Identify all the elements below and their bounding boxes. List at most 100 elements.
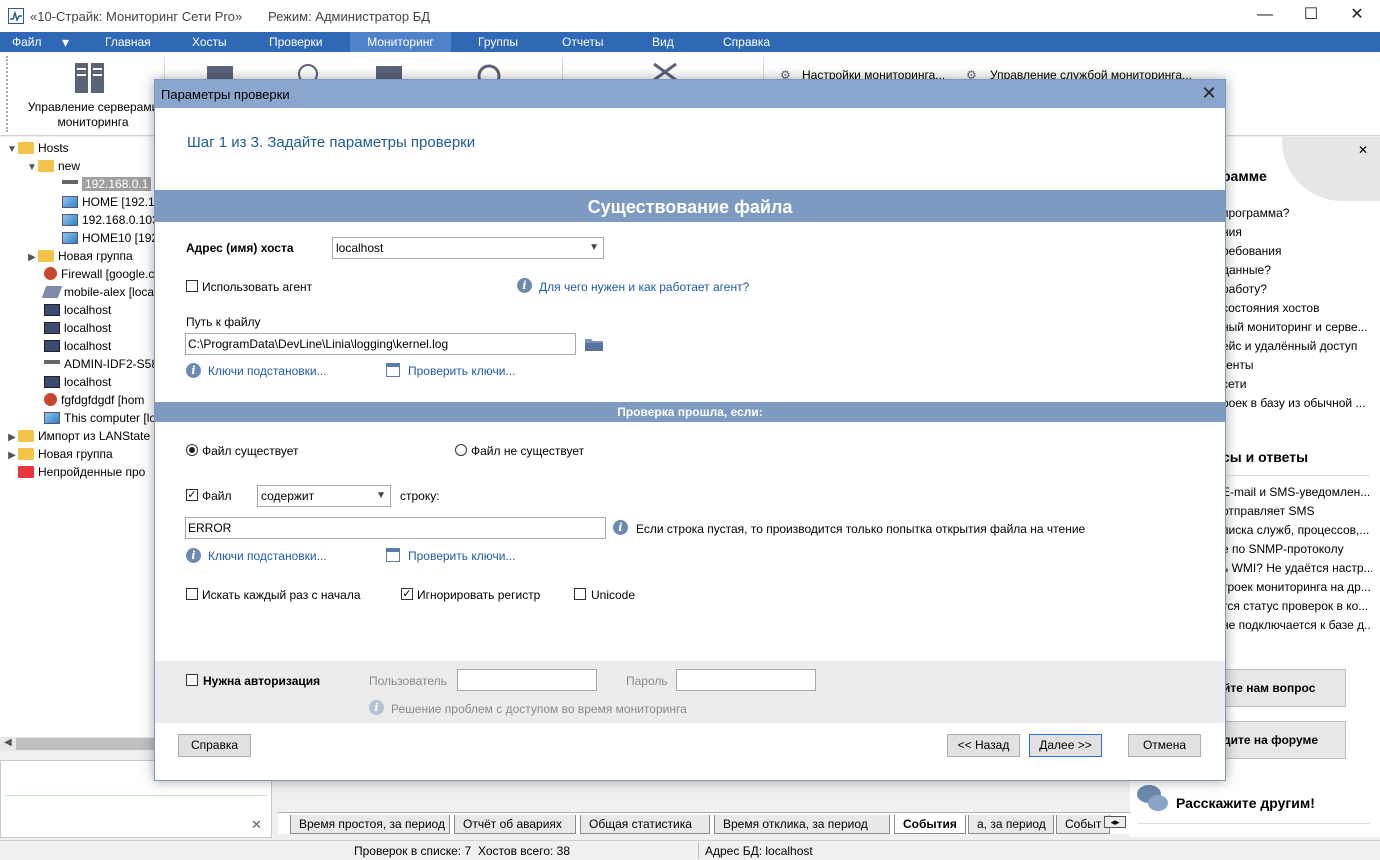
help-link[interactable]: генты — [1222, 356, 1372, 375]
help-link[interactable]: троек мониторинга на др... — [1222, 578, 1372, 597]
help-link[interactable]: отправляет SMS — [1222, 502, 1372, 521]
minimize-button[interactable]: — — [1242, 0, 1288, 32]
check-keys-link[interactable]: Проверить ключи... — [408, 364, 515, 378]
tree-node-host[interactable]: HOME10 [192 — [62, 229, 158, 247]
tree-node-host[interactable]: 192.168.0.103 — [62, 211, 159, 229]
tree-node-host[interactable]: localhost — [44, 337, 111, 355]
ignore-case-label[interactable]: Игнорировать регистр — [417, 588, 540, 602]
menu-help[interactable]: Справка — [713, 32, 780, 52]
host-combo[interactable]: localhost ▼ — [332, 237, 604, 259]
tree-node-failed[interactable]: Непройденные про — [6, 463, 145, 481]
help-link[interactable]: не подключается к базе д... — [1222, 616, 1372, 635]
auth-label[interactable]: Нужна авторизация — [203, 674, 320, 688]
tab-response-time[interactable]: Время отклика, за период — [714, 815, 890, 834]
password-input[interactable] — [676, 669, 816, 691]
menu-dropdown-icon[interactable]: ▾ — [52, 32, 79, 52]
tree-node-host[interactable]: Firewall [google.c — [44, 265, 154, 283]
string-input[interactable]: ERROR — [185, 517, 606, 539]
ask-question-button[interactable]: йте нам вопрос — [1210, 669, 1346, 707]
help-link[interactable]: ребования — [1222, 242, 1372, 261]
help-link[interactable]: ния — [1222, 223, 1372, 242]
menu-reports[interactable]: Отчеты — [552, 32, 613, 52]
tab-scroll-arrows-icon[interactable]: ◂▸ — [1104, 816, 1126, 828]
tree-node-hosts[interactable]: ▼ Hosts — [6, 139, 69, 157]
file-not-exists-radio[interactable] — [455, 444, 467, 456]
help-link[interactable]: состояния хостов — [1222, 299, 1372, 318]
tree-node-host[interactable]: localhost — [44, 373, 111, 391]
tree-node-group[interactable]: ▶ Новая группа — [6, 445, 113, 463]
path-input[interactable]: C:\ProgramData\DevLine\Linia\logging\ker… — [185, 333, 576, 355]
file-contains-label[interactable]: Файл — [202, 489, 232, 503]
cancel-button[interactable]: Отмена — [1128, 734, 1201, 757]
use-agent-checkbox[interactable] — [186, 280, 198, 292]
tab-period[interactable]: а, за период — [968, 815, 1054, 834]
file-not-exists-label[interactable]: Файл не существует — [471, 444, 584, 458]
tab-general-stats[interactable]: Общая статистика — [580, 815, 710, 834]
help-button[interactable]: Справка — [178, 734, 251, 757]
help-link[interactable]: программа? — [1222, 204, 1372, 223]
search-start-checkbox[interactable] — [186, 588, 198, 600]
scroll-left-icon[interactable]: ◀ — [4, 737, 12, 748]
contains-combo[interactable]: содержит ▼ — [257, 485, 391, 507]
tree-node-host[interactable]: HOME [192.1 — [62, 193, 155, 211]
tab-failures[interactable]: Отчёт об авариях — [454, 815, 576, 834]
help-link[interactable]: роек в базу из обычной ... — [1222, 394, 1372, 413]
menu-home[interactable]: Главная — [95, 32, 161, 52]
ignore-case-checkbox[interactable]: ✓ — [401, 588, 413, 600]
help-link[interactable]: е по SNMP-протоколу — [1222, 540, 1372, 559]
menu-hosts[interactable]: Хосты — [182, 32, 237, 52]
auth-checkbox[interactable] — [186, 674, 198, 686]
tree-node-host[interactable]: localhost — [44, 319, 111, 337]
help-link[interactable]: сети — [1222, 375, 1372, 394]
browse-folder-icon[interactable] — [583, 333, 605, 355]
help-link[interactable]: писка служб, процессов,... — [1222, 521, 1372, 540]
tree-node-group[interactable]: ▶ Новая группа — [26, 247, 133, 265]
tree-node-host[interactable]: mobile-alex [loca — [41, 283, 154, 301]
expand-icon[interactable]: ▶ — [26, 249, 38, 267]
back-button[interactable]: << Назад — [947, 734, 1020, 757]
help-link[interactable]: тся статус проверок в ко... — [1222, 597, 1372, 616]
menu-checks[interactable]: Проверки — [259, 32, 333, 52]
maximize-button[interactable]: ☐ — [1288, 0, 1334, 32]
dialog-close-button[interactable]: ✕ — [1195, 82, 1223, 106]
menu-monitoring[interactable]: Мониторинг — [350, 32, 451, 52]
unicode-checkbox[interactable] — [574, 588, 586, 600]
help-link[interactable]: работу? — [1222, 280, 1372, 299]
tree-node-host[interactable]: 192.168.0.1 — [62, 175, 152, 193]
tab-events-2[interactable]: Событ — [1056, 815, 1110, 834]
tree-node-host[interactable]: This computer [lo — [44, 409, 156, 427]
help-link[interactable]: ный мониторинг и серве... — [1222, 318, 1372, 337]
menu-view[interactable]: Вид — [642, 32, 684, 52]
file-contains-checkbox[interactable]: ✓ — [186, 489, 198, 501]
tree-node-new[interactable]: ▼ new — [26, 157, 80, 175]
substitution-keys-link-2[interactable]: Ключи подстановки... — [208, 549, 327, 563]
unicode-label[interactable]: Unicode — [591, 588, 635, 602]
use-agent-label[interactable]: Использовать агент — [202, 280, 312, 294]
substitution-keys-link[interactable]: Ключи подстановки... — [208, 364, 327, 378]
menu-file[interactable]: Файл — [2, 32, 52, 52]
search-start-label[interactable]: Искать каждый раз с начала — [202, 588, 361, 602]
agent-help-link[interactable]: Для чего нужен и как работает агент? — [539, 280, 749, 294]
collapse-icon[interactable]: ▼ — [26, 159, 38, 177]
help-link[interactable]: ь WMI? Не удаётся настр... — [1222, 559, 1372, 578]
tree-node-group[interactable]: ▶ Импорт из LANState — [6, 427, 150, 445]
close-window-button[interactable]: ✕ — [1334, 0, 1380, 32]
help-close-icon[interactable]: ✕ — [1358, 143, 1368, 157]
user-input[interactable] — [457, 669, 597, 691]
menu-groups[interactable]: Группы — [468, 32, 528, 52]
next-button[interactable]: Далее >> — [1029, 734, 1102, 757]
auth-help-link[interactable]: Решение проблем с доступом во время мони… — [391, 702, 687, 716]
file-exists-radio[interactable] — [186, 444, 198, 456]
tree-node-host[interactable]: localhost — [44, 301, 111, 319]
share-link[interactable]: Расскажите другим! — [1176, 795, 1315, 811]
tab-downtime[interactable]: Время простоя, за период — [290, 815, 450, 834]
help-link[interactable]: E-mail и SMS-уведомлен... — [1222, 483, 1372, 502]
forum-button[interactable]: дите на форуме — [1210, 721, 1346, 759]
check-keys-link-2[interactable]: Проверить ключи... — [408, 549, 515, 563]
close-panel-icon[interactable]: ✕ — [251, 817, 262, 833]
tab-events[interactable]: События — [894, 815, 966, 834]
help-link[interactable]: ейс и удалённый доступ — [1222, 337, 1372, 356]
help-link[interactable]: данные? — [1222, 261, 1372, 280]
file-exists-label[interactable]: Файл существует — [202, 444, 299, 458]
tree-node-host[interactable]: fgfdgfdgdf [hom — [44, 391, 144, 409]
